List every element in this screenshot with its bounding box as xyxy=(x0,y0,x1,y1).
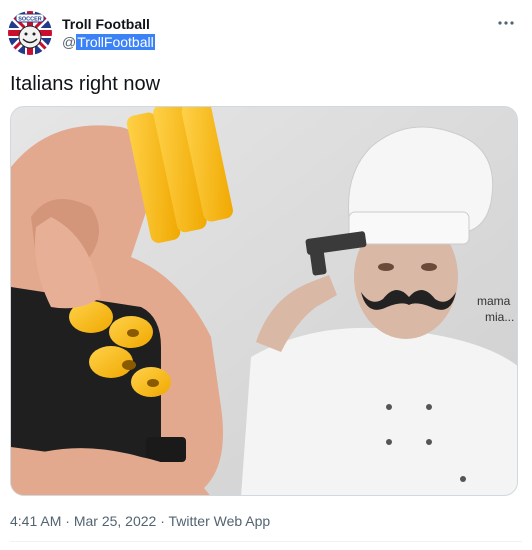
handle-prefix: @ xyxy=(62,34,77,50)
tweet-source: Twitter Web App xyxy=(168,513,271,529)
tweet-date[interactable]: Mar 25, 2022 xyxy=(74,513,157,529)
tweet-time[interactable]: 4:41 AM xyxy=(10,513,61,529)
tweet-header: SOCCER Troll Football @TrollFootball xyxy=(8,11,522,59)
avatar-image: SOCCER xyxy=(8,11,52,55)
tweet-card: SOCCER Troll Football @TrollFootball Ita… xyxy=(0,0,532,550)
handle-selected-text: TrollFootball xyxy=(76,34,155,50)
meta-separator: · xyxy=(61,513,74,529)
tweet-media-image[interactable]: mama mia... xyxy=(10,106,518,496)
author-names: Troll Football @TrollFootball xyxy=(62,15,155,51)
meme-illustration: mama mia... xyxy=(11,107,517,495)
tweet-metadata: 4:41 AM · Mar 25, 2022 · Twitter Web App xyxy=(10,512,270,530)
avatar[interactable]: SOCCER xyxy=(8,11,52,55)
meme-caption-line2: mia... xyxy=(485,310,514,324)
handle[interactable]: @TrollFootball xyxy=(62,33,155,51)
divider xyxy=(10,541,522,542)
meme-caption-line1: mama xyxy=(477,294,511,308)
tweet-text: Italians right now xyxy=(10,73,161,95)
meta-separator: · xyxy=(156,513,169,529)
display-name[interactable]: Troll Football xyxy=(62,15,155,33)
more-options-icon[interactable] xyxy=(494,13,518,33)
avatar-badge-text: SOCCER xyxy=(18,17,42,23)
